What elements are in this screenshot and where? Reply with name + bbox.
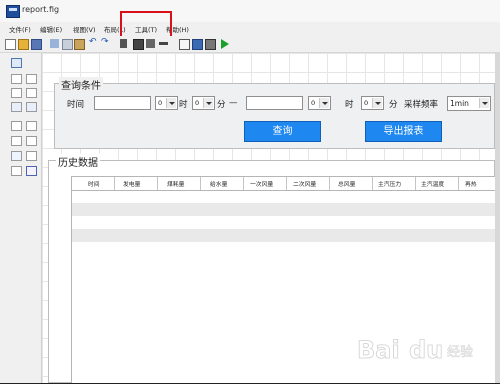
undo-icon[interactable]: ↶ bbox=[89, 38, 98, 47]
svg-text:du: du bbox=[409, 336, 443, 364]
static-text-icon[interactable] bbox=[26, 102, 37, 112]
align-left-icon[interactable] bbox=[133, 39, 144, 50]
popup-menu-icon[interactable] bbox=[11, 121, 22, 131]
table-icon[interactable] bbox=[26, 136, 37, 146]
end-minute-select[interactable]: 0 bbox=[361, 96, 384, 110]
col-steam-pressure: 主汽压力 bbox=[378, 182, 402, 188]
svg-text:Bai: Bai bbox=[357, 336, 400, 364]
panel-icon[interactable] bbox=[26, 151, 37, 161]
start-minute-select[interactable]: 0 bbox=[192, 96, 215, 110]
range-dash: — bbox=[229, 98, 238, 108]
distribute-icon[interactable] bbox=[159, 42, 168, 45]
chevron-down-icon bbox=[166, 98, 176, 108]
minute-label: 分 bbox=[217, 100, 226, 110]
toolbar: ↶ ↷ bbox=[0, 36, 500, 53]
svg-text:经验: 经验 bbox=[447, 344, 473, 360]
save-icon[interactable] bbox=[31, 39, 42, 50]
query-legend: 查询条件 bbox=[59, 77, 103, 92]
cut-icon[interactable] bbox=[50, 39, 59, 48]
redo-icon[interactable]: ↷ bbox=[101, 38, 110, 47]
baidu-watermark: Bai du 经验 bbox=[355, 328, 495, 380]
component-palette bbox=[0, 53, 42, 383]
editor-icon[interactable] bbox=[179, 39, 190, 50]
table-row[interactable] bbox=[72, 203, 496, 216]
col-power: 发电量 bbox=[123, 182, 141, 188]
history-legend: 历史数据 bbox=[56, 154, 100, 169]
col-secondary-air: 二次风量 bbox=[293, 182, 317, 188]
copy-icon[interactable] bbox=[62, 39, 73, 50]
table-row[interactable] bbox=[72, 229, 496, 242]
window-title: report.fig bbox=[22, 5, 60, 14]
start-hour-select[interactable]: 0 bbox=[155, 96, 178, 110]
col-coal: 煤耗量 bbox=[167, 182, 185, 188]
end-hour-label: 时 bbox=[345, 100, 354, 110]
app-window: report.fig 文件(F) 编辑(E) 视图(V) 布局(L) 工具(T)… bbox=[0, 0, 500, 383]
push-button-icon[interactable] bbox=[11, 74, 22, 84]
end-minute-label: 分 bbox=[389, 100, 398, 110]
align-icon[interactable] bbox=[120, 39, 127, 48]
edit-text-icon[interactable] bbox=[11, 102, 22, 112]
slider-icon[interactable] bbox=[26, 74, 37, 84]
menu-bar: 文件(F) 编辑(E) 视图(V) 布局(L) 工具(T) 帮助(H) bbox=[0, 22, 500, 36]
col-feedwater: 给水量 bbox=[210, 182, 228, 188]
new-file-icon[interactable] bbox=[5, 39, 16, 50]
scrollbar[interactable] bbox=[495, 53, 500, 383]
menu-edit[interactable]: 编辑(E) bbox=[40, 24, 62, 34]
listbox-icon[interactable] bbox=[26, 121, 37, 131]
run-icon[interactable] bbox=[221, 39, 229, 49]
table-row[interactable] bbox=[72, 242, 496, 255]
start-date-input[interactable] bbox=[94, 96, 151, 110]
table-row[interactable] bbox=[72, 216, 496, 229]
property-icon[interactable] bbox=[192, 39, 203, 50]
sample-rate-select[interactable]: 1min bbox=[447, 96, 491, 111]
table-row[interactable] bbox=[72, 190, 496, 203]
query-button[interactable]: 查询 bbox=[244, 121, 321, 142]
col-time: 时间 bbox=[88, 182, 100, 188]
radio-button-icon[interactable] bbox=[11, 88, 22, 98]
checkbox-icon[interactable] bbox=[26, 88, 37, 98]
export-report-button[interactable]: 导出报表 bbox=[365, 121, 442, 142]
app-icon bbox=[6, 5, 20, 18]
button-group-icon[interactable] bbox=[11, 166, 22, 176]
chevron-down-icon bbox=[319, 98, 329, 108]
col-steam-temp: 主汽温度 bbox=[421, 182, 445, 188]
time-label: 时间 bbox=[67, 100, 85, 110]
col-primary-air: 一次风量 bbox=[250, 182, 274, 188]
chevron-down-icon bbox=[372, 98, 382, 108]
browser-icon[interactable] bbox=[205, 39, 216, 50]
menu-file[interactable]: 文件(F) bbox=[9, 24, 31, 34]
select-arrow-icon[interactable] bbox=[11, 58, 22, 68]
end-hour-select[interactable]: 0 bbox=[308, 96, 331, 110]
toggle-button-icon[interactable] bbox=[11, 136, 22, 146]
end-date-input[interactable] bbox=[246, 96, 303, 110]
sample-rate-label: 采样频率 bbox=[404, 100, 439, 110]
open-folder-icon[interactable] bbox=[18, 39, 29, 50]
hour-label: 时 bbox=[179, 100, 188, 110]
col-reheat: 再热 bbox=[465, 182, 477, 188]
activex-icon[interactable] bbox=[26, 166, 37, 176]
axes-icon[interactable] bbox=[11, 151, 22, 161]
menu-view[interactable]: 视图(V) bbox=[73, 24, 96, 34]
table-header: 时间 发电量 煤耗量 给水量 一次风量 二次风量 总风量 主汽压力 主汽温度 再… bbox=[72, 176, 496, 191]
align-center-icon[interactable] bbox=[146, 39, 155, 48]
chevron-down-icon bbox=[203, 98, 213, 108]
chevron-down-icon bbox=[479, 98, 489, 108]
query-panel: 查询条件 时间 0 时 0 分 — 0 时 0 分 采样频率 1min 查询 导… bbox=[54, 77, 495, 149]
watermark-graphic: Bai du 经验 bbox=[357, 336, 474, 365]
paste-icon[interactable] bbox=[74, 39, 85, 50]
col-total-air: 总风量 bbox=[338, 182, 356, 188]
title-bar: report.fig bbox=[0, 0, 500, 23]
